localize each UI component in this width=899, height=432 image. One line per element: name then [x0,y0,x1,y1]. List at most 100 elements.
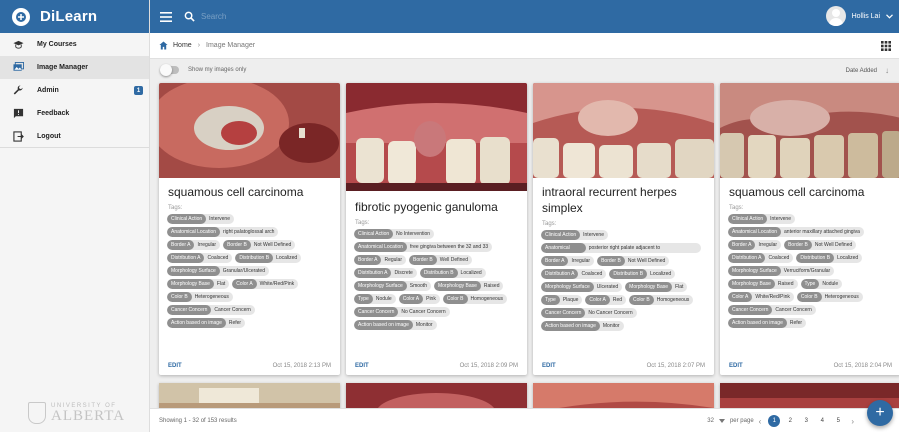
image-card[interactable]: squamous cell carcinoma Tags: Clinical A… [159,83,340,375]
edit-button[interactable]: EDIT [355,363,369,369]
tag-key: Anatomical Location [354,242,408,252]
tag-key: Distribution A [541,269,579,279]
tag-value: Irregular [571,258,591,264]
tag-row: Anatomical posterior right palate adjacen… [533,243,714,253]
avatar[interactable] [825,6,846,26]
tag: Cancer Concern Cancer Concern [728,305,816,315]
tag: Clinical Action Intervene [541,230,608,240]
tag-row: Clinical Action Intervene [720,214,899,224]
image-card[interactable]: fibrotic pyogenic ganuloma Tags: Clinica… [346,83,527,375]
feedback-icon [12,108,24,120]
tag-key: Distribution A [728,253,766,263]
tag-key: Clinical Action [354,229,394,239]
logout-icon [12,130,24,142]
per-page-value: 32 [707,418,714,424]
page-5[interactable]: 5 [832,415,844,427]
tag-key: Morphology Base [625,282,673,292]
sidebar-item-logout[interactable]: Logout [0,125,149,148]
tag-key: Cancer Concern [541,308,586,318]
tag: Color A Red [585,295,627,305]
results-summary: Showing 1 - 32 of 153 results [159,417,237,424]
home-icon[interactable] [159,41,168,50]
tag-value: Plaque [562,297,579,303]
tag: Color B Heterogeneous [796,292,863,302]
search-input[interactable] [201,12,401,21]
tag-row: Morphology Surface Ulcerated Morphology B… [533,282,714,292]
tag: Action based on image Monitor [541,321,624,331]
tag-key: Border B [408,255,437,265]
tag-value: Raised [777,281,794,287]
tag-row: Morphology Base Raised Type Nodule [720,279,899,289]
tag: Clinical Action Intervene [167,214,234,224]
tag-key: Clinical Action [167,214,207,224]
tag: Border A Regular [354,255,406,265]
grid-view-icon[interactable] [881,41,891,51]
tag: Border B Not Well Defined [223,240,296,250]
edit-button[interactable]: EDIT [542,363,556,369]
brand[interactable]: DiLearn [0,0,149,33]
tag-value: Homogeneous [470,296,504,302]
tag: Morphology Base Flat [625,282,688,292]
tag-value: White/Red/Pink [755,294,790,300]
lesion-image[interactable] [346,83,527,191]
page-2[interactable]: 2 [784,415,796,427]
chevron-right-icon[interactable]: › [851,417,854,426]
my-images-toggle[interactable] [160,64,179,76]
search-icon[interactable] [184,11,195,22]
graduation-cap-icon [12,39,24,51]
tag-value: Irregular [197,242,217,248]
search-area [184,11,401,22]
lesion-image[interactable] [720,83,899,178]
tag: Color B Homogeneous [629,295,694,305]
tag: Anatomical Location free gingiva between … [354,242,493,252]
sidebar-item-feedback[interactable]: Feedback [0,102,149,125]
arrow-down-icon[interactable]: ↓ [885,66,889,75]
edit-button[interactable]: EDIT [168,363,182,369]
tag-row: Anatomical Location right palatoglossal a… [159,227,340,237]
tag-value: Localized [276,255,298,261]
user-menu[interactable]: Hollis Lai [825,6,893,26]
card-title: squamous cell carcinoma [168,185,304,199]
sidebar-nav: My Courses Image Manager Admin 1 Feedbac… [0,33,149,148]
tag-key: Anatomical Location [167,227,221,237]
page-4[interactable]: 4 [816,415,828,427]
lesion-image[interactable] [159,83,340,178]
per-page-select[interactable]: 32 [707,418,725,424]
breadcrumb-home[interactable]: Home [173,42,192,49]
tag-value: Coalsced [581,271,603,277]
card-footer: EDIT Oct 15, 2018 2:07 PM [533,363,714,369]
tag-value: Refer [228,320,242,326]
tag-row: Border A Regular Border B Well Defined [346,255,527,265]
image-card[interactable]: intraoral recurrent herpes simplex Tags:… [533,83,714,375]
sidebar-item-my-courses[interactable]: My Courses [0,33,149,56]
tag: Border B Well Defined [408,255,472,265]
tag-value: Refer [789,320,803,326]
sort-control[interactable]: Date Added ↓ [846,66,889,75]
sidebar-item-admin[interactable]: Admin 1 [0,79,149,102]
tag-value: right palatoglossal arch [223,229,275,235]
tag: Morphology Surface Verruciform/Granular [728,266,835,276]
lesion-image[interactable] [533,83,714,178]
tag: Color A Pink [398,294,440,304]
pagination: 32 per page ‹ 1 2 3 4 5 › [707,415,859,427]
page-1[interactable]: 1 [768,415,781,427]
tag-key: Border B [223,240,251,250]
tag-value: Flat [216,281,226,287]
menu-button[interactable] [156,7,176,27]
tag: Clinical Action Intervene [728,214,795,224]
chevron-left-icon[interactable]: ‹ [759,417,762,426]
tag-key: Type [354,294,373,304]
tag: Clinical Action No Intervention [354,229,435,239]
page-3[interactable]: 3 [800,415,812,427]
tag: Color A White/Red/Pink [728,292,794,302]
top-bar: Hollis Lai [150,0,899,33]
tag: Cancer Concern Cancer Concern [167,305,255,315]
image-card[interactable]: squamous cell carcinoma Tags: Clinical A… [720,83,899,375]
tag-key: Color A [585,295,610,305]
edit-button[interactable]: EDIT [729,363,743,369]
tag-value: Ulcerated [596,284,619,290]
sidebar-item-image-manager[interactable]: Image Manager [0,56,149,79]
tags-label: Tags: [168,205,183,211]
add-image-button[interactable]: + [867,400,893,426]
tag: Color A White/Red/Pink [232,279,299,289]
